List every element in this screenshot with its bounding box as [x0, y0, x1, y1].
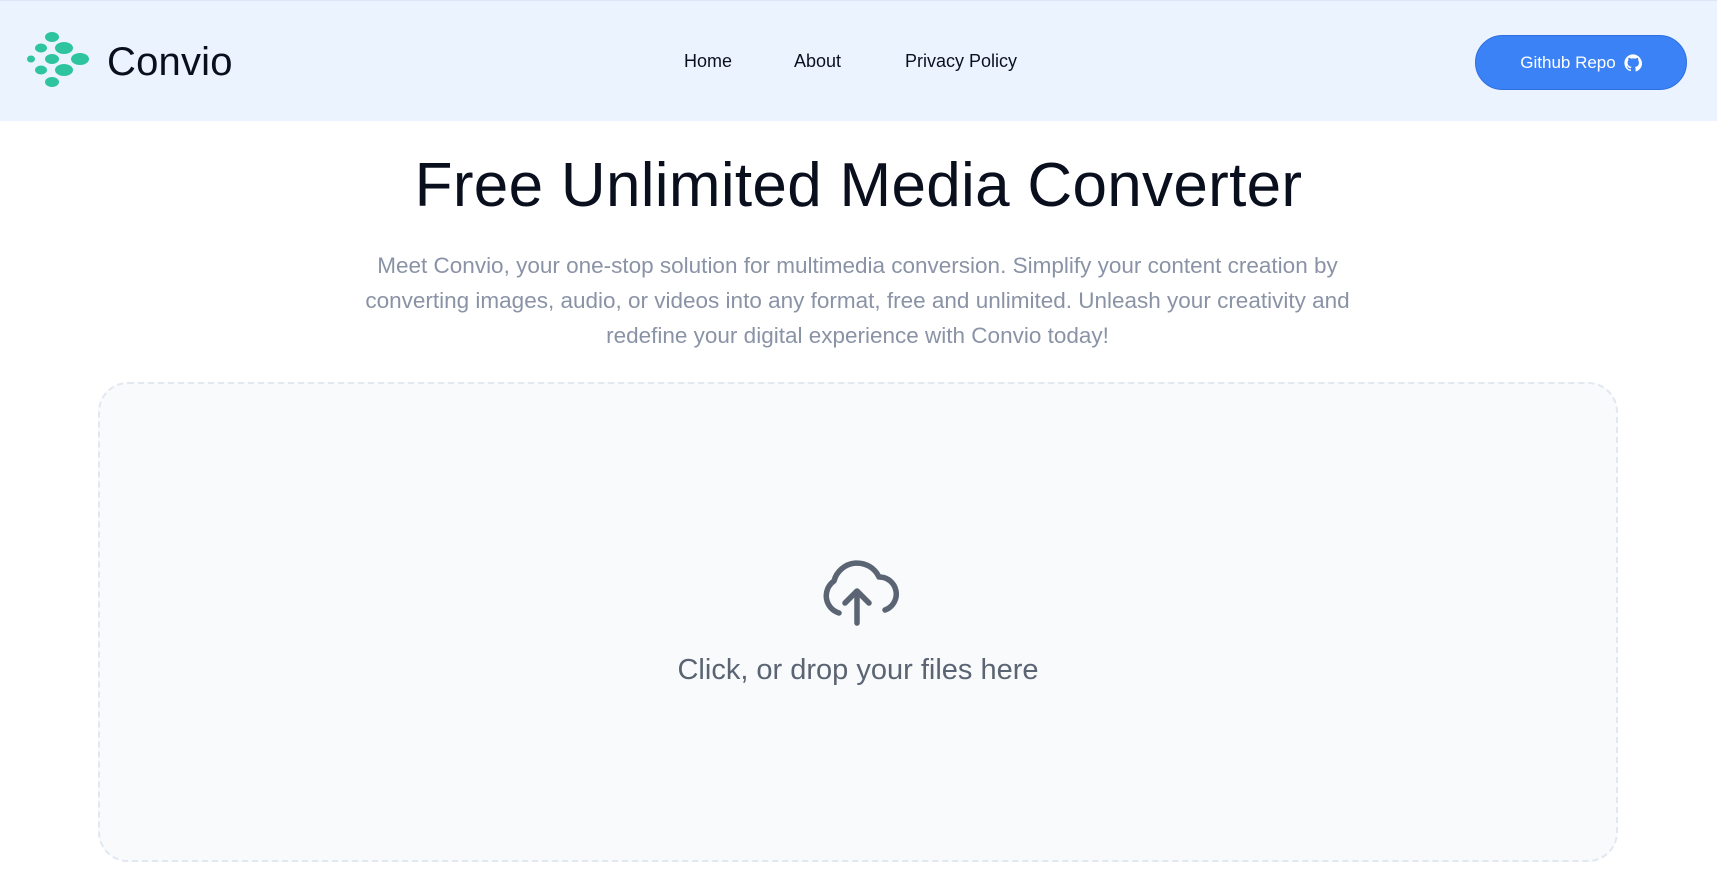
- github-repo-button[interactable]: Github Repo: [1475, 35, 1687, 90]
- nav-home-link[interactable]: Home: [684, 51, 732, 72]
- cloud-upload-icon: [823, 560, 899, 626]
- page-title: Free Unlimited Media Converter: [414, 151, 1303, 220]
- navbar: Convio Home About Privacy Policy Github …: [0, 0, 1717, 121]
- nav-privacy-policy-link[interactable]: Privacy Policy: [905, 51, 1017, 72]
- hero-description: Meet Convio, your one-stop solution for …: [365, 253, 1350, 348]
- github-icon: [1624, 53, 1642, 71]
- dropzone-label: Click, or drop your files here: [677, 654, 1039, 686]
- main-nav: Home About Privacy Policy: [0, 51, 1717, 75]
- nav-about-link[interactable]: About: [794, 51, 841, 72]
- file-dropzone[interactable]: Click, or drop your files here: [98, 382, 1618, 862]
- github-repo-label: Github Repo: [1520, 52, 1616, 72]
